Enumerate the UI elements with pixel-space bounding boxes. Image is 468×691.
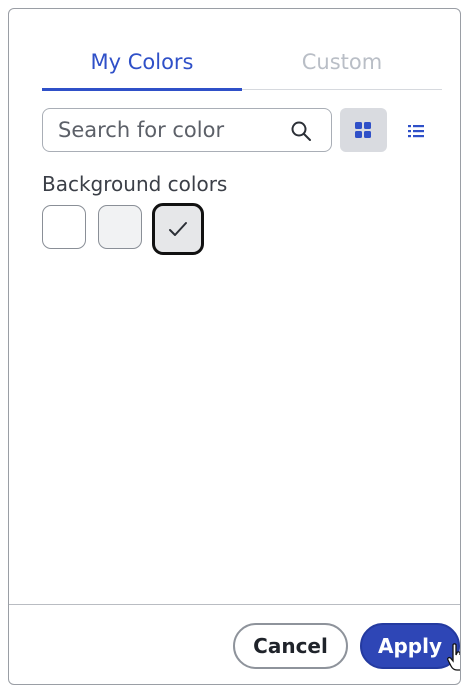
grid-icon [355,122,371,138]
active-tab-indicator [42,88,242,91]
color-swatch-white[interactable] [42,205,86,249]
search-icon[interactable] [289,119,313,143]
grid-view-button[interactable] [340,108,387,152]
list-view-button[interactable] [405,120,427,142]
section-label: Background colors [42,172,228,196]
color-swatch-light-gray[interactable] [98,205,142,249]
list-icon [408,125,424,138]
hand-cursor-icon [447,643,460,671]
cancel-button[interactable]: Cancel [233,623,348,669]
tab-custom[interactable]: Custom [242,47,442,87]
search-box [42,108,332,152]
search-input[interactable] [43,109,298,151]
color-picker-panel: My Colors Custom Backg [8,8,461,685]
color-swatch-gray-selected[interactable] [152,203,204,255]
checkmark-icon [169,222,187,236]
apply-button[interactable]: Apply [360,623,460,669]
footer-divider [9,604,460,605]
tabs: My Colors Custom [42,47,442,91]
tab-my-colors[interactable]: My Colors [42,47,242,87]
